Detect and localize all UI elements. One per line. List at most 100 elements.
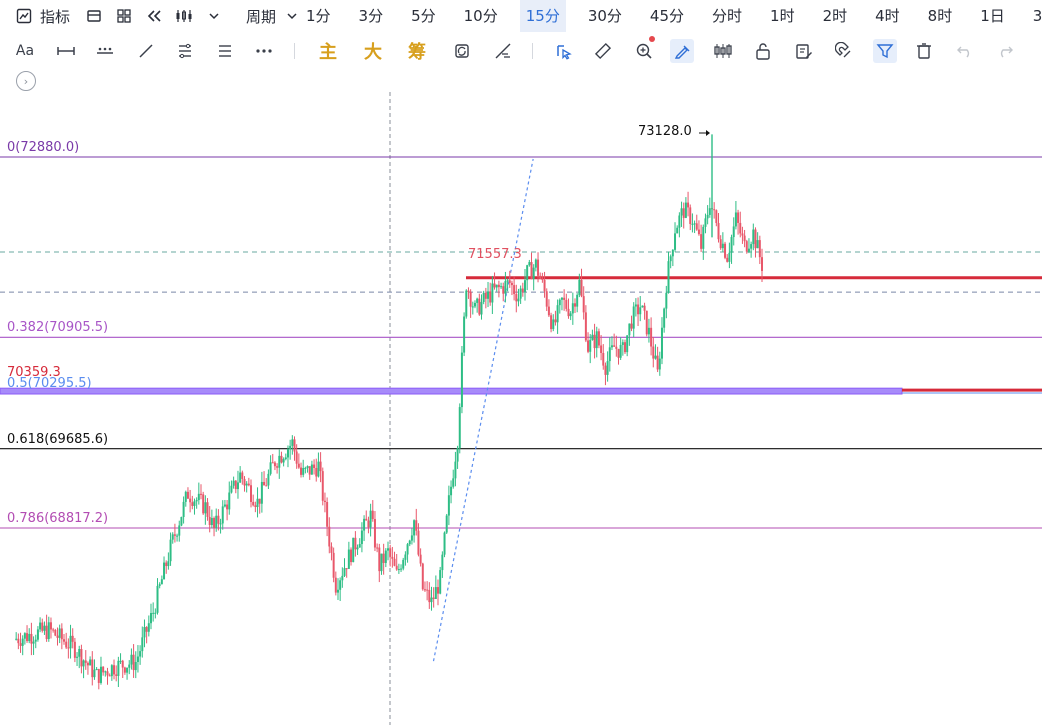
candle-body: [389, 548, 392, 557]
more-icon[interactable]: [252, 39, 276, 63]
candle-body: [728, 252, 731, 262]
fib-levels-icon[interactable]: [213, 39, 237, 63]
toolbar-divider: [294, 43, 295, 59]
candle-body: [473, 302, 476, 307]
timeframe-tab[interactable]: 4时: [869, 0, 906, 32]
timeframe-tab[interactable]: 3分: [353, 0, 390, 32]
period-dropdown[interactable]: 周期: [246, 6, 302, 27]
candle-body: [402, 559, 405, 569]
price-chart[interactable]: 0(72880.0) 0.382(70905.5) 0.5(70295.5) 0.61…: [0, 92, 1042, 725]
candle-body: [95, 669, 98, 671]
candle-body: [467, 290, 470, 292]
timeframe-tab[interactable]: 45分: [644, 0, 690, 32]
timeframe-tab[interactable]: 8时: [922, 0, 959, 32]
candle-body: [630, 323, 633, 329]
candle-body: [97, 669, 100, 683]
candle-body: [447, 495, 450, 516]
sync-drawing-icon[interactable]: [450, 39, 474, 63]
candle-body: [571, 303, 574, 314]
candle-body: [671, 249, 674, 257]
chip-distribution-button[interactable]: 筹: [405, 39, 429, 63]
candle-body: [202, 494, 205, 514]
candle-body: [513, 285, 516, 295]
zoom-in-icon[interactable]: [632, 39, 656, 63]
candle-body: [232, 480, 235, 486]
unlock-icon[interactable]: [751, 39, 775, 63]
candle-lock-icon[interactable]: [711, 39, 735, 63]
replay-icon[interactable]: [144, 6, 164, 26]
candle-body: [317, 461, 320, 477]
candle-body: [265, 485, 268, 487]
expand-toolbar-button[interactable]: ›: [16, 71, 36, 91]
candle-body: [717, 223, 720, 240]
timeframe-tab[interactable]: 1日: [974, 0, 1011, 32]
candle-body: [134, 662, 137, 671]
candle-body: [169, 539, 172, 562]
candle-body: [371, 510, 374, 520]
candle-body: [15, 638, 18, 640]
chevron-down-icon[interactable]: [204, 6, 224, 26]
timeframe-tab[interactable]: 15分: [519, 0, 566, 32]
candle-body: [304, 467, 307, 469]
multi-chart-icon[interactable]: [114, 6, 134, 26]
parallel-channel-icon[interactable]: [173, 39, 197, 63]
horizontal-ray-icon[interactable]: [54, 39, 78, 63]
text-tool-button[interactable]: Aa: [13, 39, 37, 63]
candle-body: [589, 339, 592, 352]
undo-icon[interactable]: [953, 39, 977, 63]
measure-ruler-icon[interactable]: [491, 39, 515, 63]
candlestick-icon[interactable]: [174, 6, 194, 26]
redo-icon[interactable]: [993, 39, 1017, 63]
timeframe-tab[interactable]: 2时: [817, 0, 854, 32]
timeframe-tab[interactable]: 1时: [764, 0, 801, 32]
candle-body: [186, 491, 189, 499]
timeframe-tab[interactable]: 1分: [300, 0, 337, 32]
magnet-icon[interactable]: [832, 39, 856, 63]
candle-body: [517, 298, 520, 302]
magnet-pen-icon[interactable]: [670, 39, 694, 63]
main-force-button[interactable]: 主: [316, 39, 340, 63]
candle-body: [506, 280, 509, 282]
candle-body: [654, 355, 657, 359]
candle-body: [700, 234, 703, 249]
edit-note-icon[interactable]: [792, 39, 816, 63]
candle-body: [565, 299, 568, 309]
candle-body: [697, 229, 700, 235]
timeframe-tab[interactable]: 分时: [706, 0, 748, 32]
candle-body: [647, 327, 650, 335]
ruler-dots-icon[interactable]: [93, 39, 117, 63]
candle-body: [678, 215, 681, 228]
candle-body: [693, 223, 696, 225]
candle-body: [149, 612, 152, 624]
big-order-button[interactable]: 大: [361, 39, 385, 63]
candle-body: [313, 464, 316, 468]
candle-body: [456, 448, 459, 462]
timeframe-tab[interactable]: 10分: [458, 0, 504, 32]
candle-body: [580, 279, 583, 297]
trash-icon[interactable]: [912, 39, 936, 63]
timeframe-tab[interactable]: 3日: [1027, 0, 1042, 32]
candle-body: [563, 297, 566, 300]
candle-body: [49, 622, 52, 630]
timeframe-tab[interactable]: 5分: [405, 0, 442, 32]
candle-body: [206, 502, 209, 517]
candle-body: [460, 352, 463, 408]
candle-body: [400, 568, 403, 570]
candle-body: [347, 549, 350, 569]
candle-body: [136, 656, 139, 663]
candle-body: [658, 358, 661, 370]
candle-body: [154, 612, 157, 614]
candle-body: [421, 563, 424, 590]
trend-line-icon[interactable]: [134, 39, 158, 63]
candle-body: [674, 233, 677, 250]
cursor-select-icon[interactable]: [552, 39, 576, 63]
layout-icon[interactable]: [84, 6, 104, 26]
candle-body: [184, 491, 187, 502]
timeframe-tab[interactable]: 30分: [582, 0, 628, 32]
candle-body: [500, 286, 503, 288]
fib-level-label: 0.382(70905.5): [7, 320, 109, 336]
indicator-button[interactable]: 指标: [14, 6, 70, 27]
filter-icon[interactable]: [873, 39, 897, 63]
ruler-icon[interactable]: [591, 39, 615, 63]
candle-body: [126, 667, 129, 673]
